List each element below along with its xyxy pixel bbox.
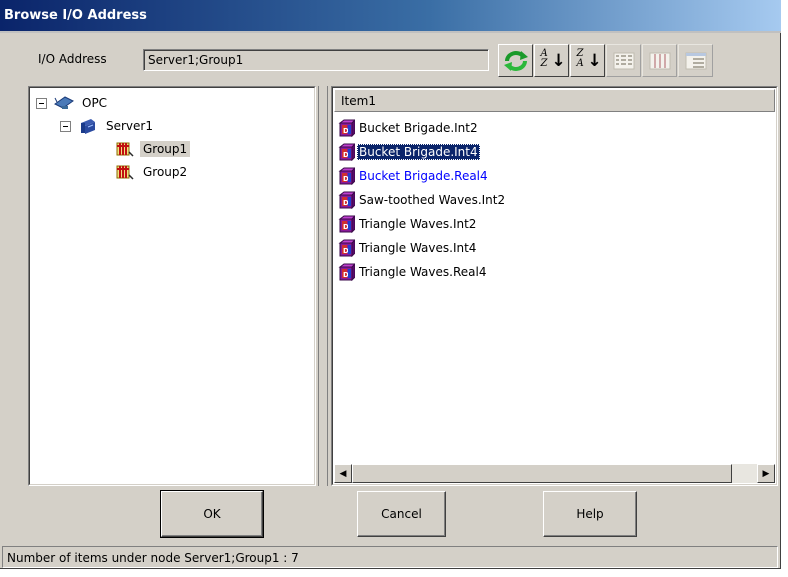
tree-node-group2[interactable]: Group2: [114, 161, 190, 183]
opc-item-icon: D: [337, 166, 357, 185]
list-item[interactable]: D Triangle Waves.Int2: [337, 212, 478, 235]
tag-group-icon: [116, 142, 134, 157]
tree-label-server1: Server1: [106, 119, 153, 133]
tree-node-opc[interactable]: OPC: [36, 92, 110, 114]
io-address-field[interactable]: Server1;Group1: [143, 49, 489, 71]
tree-label-group2: Group2: [143, 165, 188, 179]
sort-ascending-button[interactable]: A Z ↓: [534, 44, 569, 77]
browse-io-dialog: Browse I/O Address I/O Address Server1;G…: [0, 0, 781, 569]
details-view-button[interactable]: [642, 44, 677, 77]
list-item-label: Triangle Waves.Int4: [359, 240, 477, 255]
panel-splitter[interactable]: [318, 86, 328, 486]
horizontal-scrollbar[interactable]: ◀ ▶: [334, 464, 775, 483]
window-title: Browse I/O Address: [4, 8, 147, 23]
scroll-right-button[interactable]: ▶: [757, 464, 775, 483]
list-view-button[interactable]: [606, 44, 641, 77]
tree-node-group1[interactable]: Group1: [114, 138, 191, 160]
tree-node-server1[interactable]: Server1: [60, 115, 156, 137]
scroll-left-button[interactable]: ◀: [334, 464, 352, 483]
list-item[interactable]: D Bucket Brigade.Int2: [337, 116, 480, 139]
io-address-label: I/O Address: [38, 52, 107, 66]
details-view-icon: [649, 52, 670, 69]
list-item-label: Triangle Waves.Real4: [359, 264, 487, 279]
sort-descending-icon: Z A ↓: [576, 47, 602, 71]
opc-item-icon: D: [337, 118, 357, 137]
opc-item-icon: D: [337, 214, 357, 233]
list-item-label: Bucket Brigade.Int4: [357, 143, 480, 160]
status-bar: Number of items under node Server1;Group…: [2, 546, 778, 568]
title-bar[interactable]: Browse I/O Address: [0, 0, 781, 33]
refresh-icon: [503, 50, 528, 71]
column-header-item1[interactable]: Item1: [334, 89, 775, 112]
list-item-label: Bucket Brigade.Real4: [359, 168, 488, 183]
opc-item-icon: D: [337, 142, 357, 161]
list-item[interactable]: D Bucket Brigade.Real4: [337, 164, 490, 187]
opc-item-icon: D: [337, 190, 357, 209]
list-item-label: Triangle Waves.Int2: [359, 216, 477, 231]
opc-item-icon: D: [337, 262, 357, 281]
help-button[interactable]: Help: [543, 491, 637, 537]
server-icon: [81, 119, 95, 134]
network-icon: [54, 96, 74, 109]
list-item-label: Bucket Brigade.Int2: [359, 120, 478, 135]
scroll-thumb[interactable]: [352, 464, 732, 483]
collapse-icon[interactable]: [60, 120, 71, 132]
sort-descending-button[interactable]: Z A ↓: [570, 44, 605, 77]
sort-asc-bottom-letter: Z: [540, 57, 548, 69]
opc-item-icon: D: [337, 238, 357, 257]
list-item[interactable]: D Triangle Waves.Real4: [337, 260, 488, 283]
tree-label-group1: Group1: [140, 141, 191, 157]
items-panel: Item1 D Bucket Brigade.Int2 D Bucket Brigad…: [331, 86, 778, 486]
list-item[interactable]: D Bucket Brigade.Int4: [337, 140, 480, 163]
report-view-button[interactable]: [678, 44, 713, 77]
collapse-icon[interactable]: [36, 97, 47, 109]
list-item[interactable]: D Saw-toothed Waves.Int2: [337, 188, 507, 211]
list-item[interactable]: D Triangle Waves.Int4: [337, 236, 478, 259]
tag-group-icon: [116, 165, 134, 180]
sort-ascending-icon: A Z ↓: [540, 47, 566, 71]
tree-panel: OPC Server1 Group1 Group2: [28, 86, 316, 486]
list-item-label: Saw-toothed Waves.Int2: [359, 192, 506, 207]
list-view-icon: [613, 52, 634, 69]
ok-button[interactable]: OK: [160, 490, 264, 538]
sort-desc-bottom-letter: A: [576, 57, 584, 69]
cancel-button[interactable]: Cancel: [357, 491, 446, 537]
report-view-icon: [685, 52, 706, 69]
tree-label-opc: OPC: [82, 96, 108, 110]
refresh-button[interactable]: [498, 44, 533, 77]
